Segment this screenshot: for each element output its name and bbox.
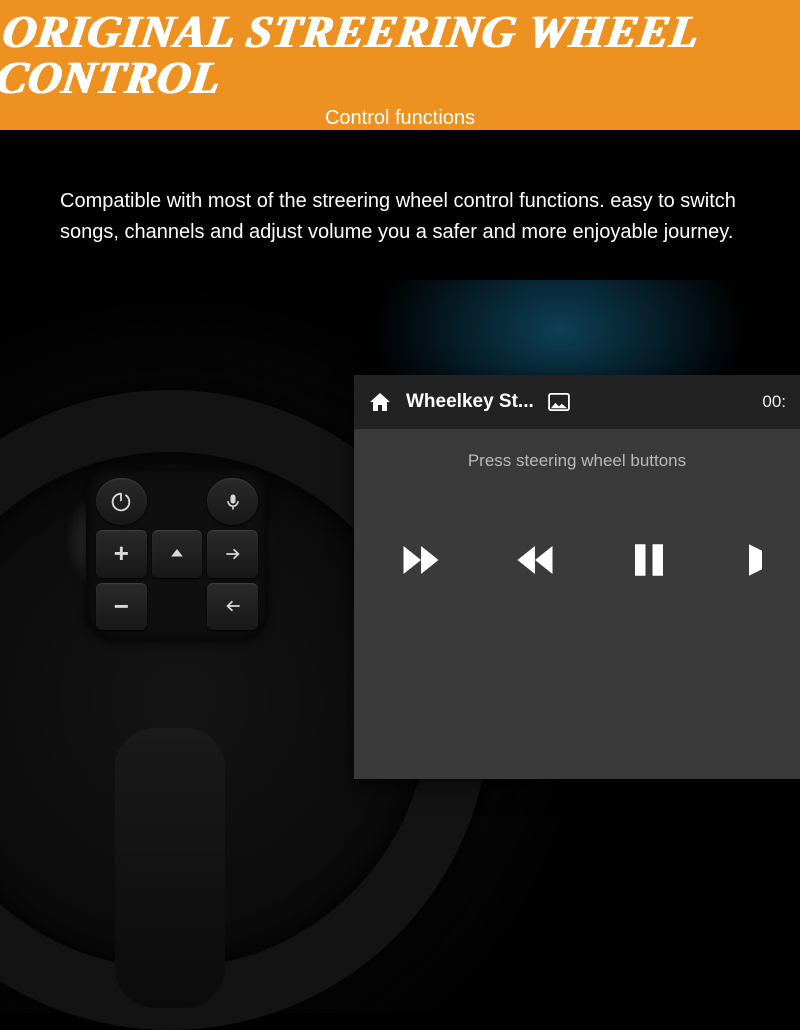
- wheel-plus-button[interactable]: +: [96, 530, 147, 577]
- media-controls: [354, 481, 800, 581]
- rewind-button[interactable]: [514, 539, 556, 581]
- panel-titlebar: Wheelkey St... 00:: [354, 375, 800, 429]
- pause-button[interactable]: [628, 539, 670, 581]
- wheel-right-button[interactable]: [207, 530, 258, 577]
- home-icon[interactable]: [368, 390, 392, 414]
- media-panel: Wheelkey St... 00: Press steering wheel …: [354, 375, 800, 779]
- hero-title: ORIGINAL STREERING WHEEL CONTROL: [0, 9, 800, 101]
- wheel-voice-button[interactable]: [207, 478, 258, 525]
- fast-forward-button[interactable]: [400, 539, 442, 581]
- panel-time: 00:: [762, 392, 786, 412]
- wheel-button-cluster: + −: [86, 468, 268, 640]
- product-photo: + − Wheelkey St... 00: Press steering wh…: [0, 280, 800, 1013]
- wheel-up-button[interactable]: [152, 530, 203, 577]
- description-text: Compatible with most of the streering wh…: [0, 130, 800, 248]
- hero-header: ORIGINAL STREERING WHEEL CONTROL Control…: [0, 0, 800, 130]
- hero-subtitle: Control functions: [325, 107, 475, 130]
- wheel-minus-button[interactable]: −: [96, 583, 147, 630]
- wheel-power-button[interactable]: [96, 478, 147, 525]
- panel-hint: Press steering wheel buttons: [354, 429, 800, 481]
- wheel-left-button[interactable]: [207, 583, 258, 630]
- panel-title: Wheelkey St...: [406, 391, 534, 413]
- picture-icon[interactable]: [548, 393, 570, 411]
- play-button[interactable]: [742, 539, 762, 581]
